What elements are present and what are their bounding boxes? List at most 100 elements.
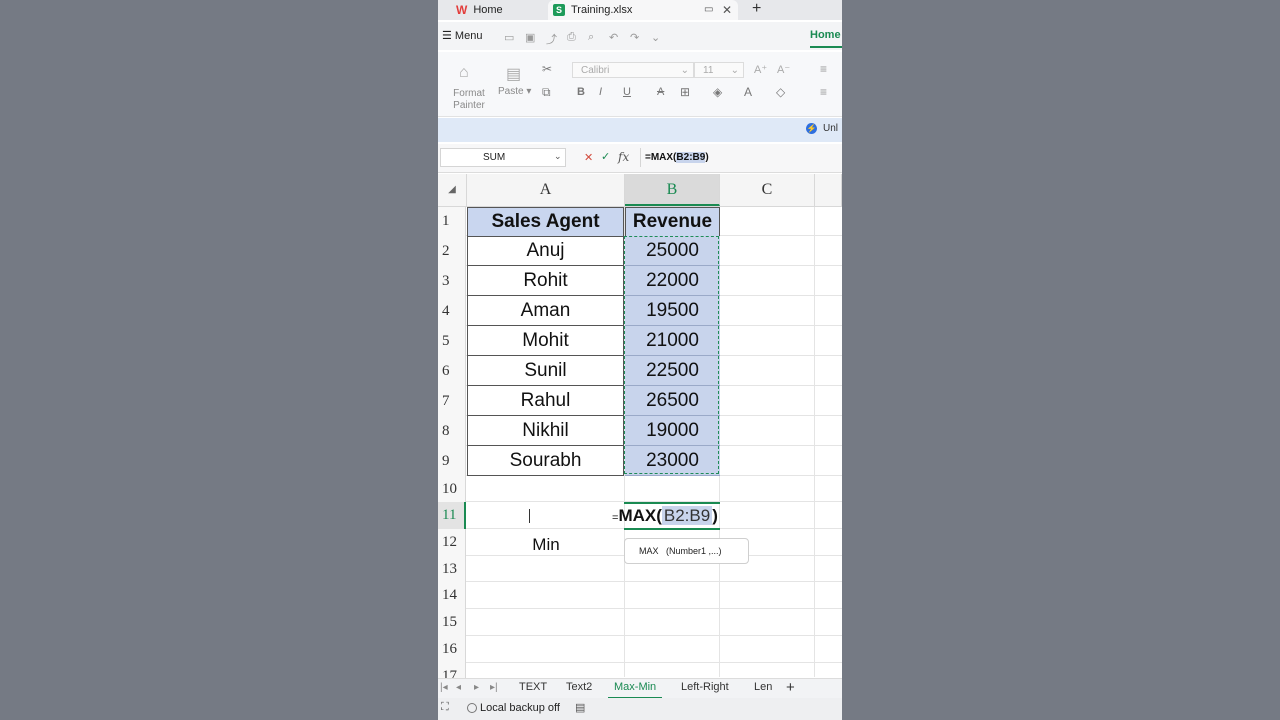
strikethrough-icon[interactable]: A — [657, 86, 664, 98]
header-cell-sales-agent[interactable]: Sales Agent — [467, 207, 624, 237]
formula-input[interactable]: =MAX(B2:B9) — [640, 148, 842, 167]
menu-button[interactable]: ☰ Menu — [442, 29, 482, 42]
cell-a12[interactable]: Min — [467, 532, 625, 562]
close-tab-icon[interactable]: ✕ — [722, 3, 732, 17]
align-top-icon[interactable]: ≡ — [820, 62, 827, 76]
cell-mode-icon[interactable]: ⛶ — [441, 701, 449, 714]
paste-label[interactable]: Paste ▾ — [498, 86, 531, 98]
header-cell-revenue[interactable]: Revenue — [625, 207, 720, 237]
menu-button-label: Menu — [454, 30, 483, 42]
insert-function-icon[interactable]: fx — [618, 150, 629, 164]
sheet-tab[interactable]: TEXT — [519, 681, 547, 693]
row-header[interactable]: 16 — [438, 636, 466, 663]
more-chevron-down-icon[interactable]: ⌄ — [651, 31, 660, 44]
align-left-icon[interactable]: ≡ — [820, 85, 827, 99]
window-mode-icon[interactable]: ▭ — [704, 4, 713, 15]
ribbon-tab-home[interactable]: Home — [810, 29, 841, 41]
new-tab-plus-icon[interactable]: + — [752, 0, 761, 18]
font-size-select[interactable]: 11 ⌄ — [694, 62, 744, 78]
doc-info-icon[interactable]: ▤ — [575, 701, 585, 714]
save-icon[interactable]: ▣ — [525, 31, 535, 44]
name-box-chevron-icon[interactable]: ⌄ — [554, 151, 562, 162]
prev-sheet-icon[interactable]: ◂ — [456, 682, 461, 693]
next-sheet-icon[interactable]: ▸ — [474, 682, 479, 693]
row-header[interactable]: 4 — [438, 296, 466, 326]
sheet-tab[interactable]: Len — [754, 681, 772, 693]
italic-icon[interactable]: I — [599, 86, 602, 98]
row-header[interactable]: 10 — [438, 476, 466, 502]
upgrade-badge-icon[interactable]: ⚡ — [806, 123, 817, 134]
row-header[interactable]: 13 — [438, 556, 466, 582]
font-color-icon[interactable]: A — [744, 85, 752, 99]
row-header[interactable]: 15 — [438, 609, 466, 636]
decrease-font-icon[interactable]: A⁻ — [777, 63, 790, 76]
clear-eraser-icon[interactable]: ◇ — [776, 85, 785, 99]
row-gridline — [466, 608, 842, 609]
row-header[interactable]: 14 — [438, 582, 466, 609]
formula-range-ref: B2:B9 — [676, 152, 706, 163]
spreadsheet-file-icon: S — [553, 4, 565, 16]
select-all-corner-icon[interactable]: ◢ — [438, 174, 467, 206]
cancel-formula-icon[interactable]: ✕ — [584, 151, 593, 164]
notification-text[interactable]: Unl — [823, 123, 838, 134]
row-header[interactable]: 3 — [438, 266, 466, 296]
agent-name-cell[interactable]: Sunil — [467, 356, 624, 386]
agent-name-cell[interactable]: Nikhil — [467, 416, 624, 446]
column-header-d[interactable] — [815, 174, 842, 206]
underline-icon[interactable]: U — [623, 86, 631, 98]
row-header[interactable]: 17 — [438, 663, 466, 678]
home-ribbon: ⌂ Format Painter ▤ Paste ▾ ✂ ⧉ Calibri ⌄… — [438, 52, 842, 117]
paste-icon[interactable]: ▤ — [506, 64, 521, 84]
copy-icon[interactable]: ⧉ — [542, 85, 551, 100]
fill-color-icon[interactable]: ◈ — [713, 85, 722, 99]
name-box[interactable]: SUM — [440, 148, 566, 167]
agent-name-cell[interactable]: Anuj — [467, 236, 624, 266]
borders-icon[interactable]: ⊞ — [680, 85, 690, 99]
undo-icon[interactable]: ↶ — [609, 31, 618, 44]
column-header-c[interactable]: C — [720, 174, 815, 206]
title-tab-bar: W Home S Training.xlsx ▭ ✕ + — [438, 0, 842, 20]
agent-name-cell[interactable]: Sourabh — [467, 446, 624, 476]
function-tooltip[interactable]: MAX (Number1 ,...) — [624, 538, 749, 564]
redo-icon[interactable]: ↷ — [630, 31, 639, 44]
row-header[interactable]: 7 — [438, 386, 466, 416]
backup-status-text[interactable]: Local backup off — [480, 702, 560, 714]
row-header[interactable]: 5 — [438, 326, 466, 356]
row-header[interactable]: 6 — [438, 356, 466, 386]
spreadsheet-app-window: W Home S Training.xlsx ▭ ✕ + ☰ Menu ▭ ▣ … — [438, 0, 842, 720]
sheet-tab[interactable]: Text2 — [566, 681, 592, 693]
increase-font-icon[interactable]: A⁺ — [754, 63, 767, 76]
home-doc-tab[interactable]: W Home — [438, 0, 503, 20]
format-painter-label[interactable]: Format Painter — [448, 88, 490, 112]
row-header[interactable]: 1 — [438, 207, 466, 236]
font-name-select[interactable]: Calibri ⌄ — [572, 62, 694, 78]
format-painter-icon[interactable]: ⌂ — [459, 64, 469, 82]
export-icon[interactable]: ⤴ — [546, 31, 557, 47]
add-sheet-plus-icon[interactable]: + — [786, 679, 795, 696]
column-header-a[interactable]: A — [467, 174, 625, 206]
bold-icon[interactable]: B — [577, 86, 585, 98]
print-preview-icon[interactable]: ⌕ — [588, 31, 594, 44]
accept-formula-icon[interactable]: ✓ — [601, 150, 610, 163]
row-header[interactable]: 11 — [438, 502, 466, 529]
cut-scissors-icon[interactable]: ✂ — [542, 62, 552, 76]
row-header[interactable]: 12 — [438, 529, 466, 556]
in-cell-suffix: ) — [712, 506, 718, 525]
agent-name-cell[interactable]: Aman — [467, 296, 624, 326]
sheet-tab[interactable]: Left-Right — [681, 681, 729, 693]
print-icon[interactable]: ⎙ — [567, 31, 576, 44]
agent-name-cell[interactable]: Rohit — [467, 266, 624, 296]
font-size-value: 11 — [703, 65, 714, 76]
sheet-tab[interactable]: Max-Min — [614, 681, 656, 693]
open-folder-icon[interactable]: ▭ — [504, 31, 514, 44]
row-header[interactable]: 9 — [438, 446, 466, 476]
agent-name-cell[interactable]: Mohit — [467, 326, 624, 356]
first-sheet-icon[interactable]: |◂ — [440, 682, 448, 693]
formula-suffix: ) — [705, 152, 709, 163]
training-file-tab[interactable]: S Training.xlsx ▭ ✕ — [548, 0, 738, 20]
column-header-b[interactable]: B — [625, 174, 720, 206]
row-header[interactable]: 2 — [438, 236, 466, 266]
agent-name-cell[interactable]: Rahul — [467, 386, 624, 416]
row-header[interactable]: 8 — [438, 416, 466, 446]
last-sheet-icon[interactable]: ▸| — [490, 682, 498, 693]
